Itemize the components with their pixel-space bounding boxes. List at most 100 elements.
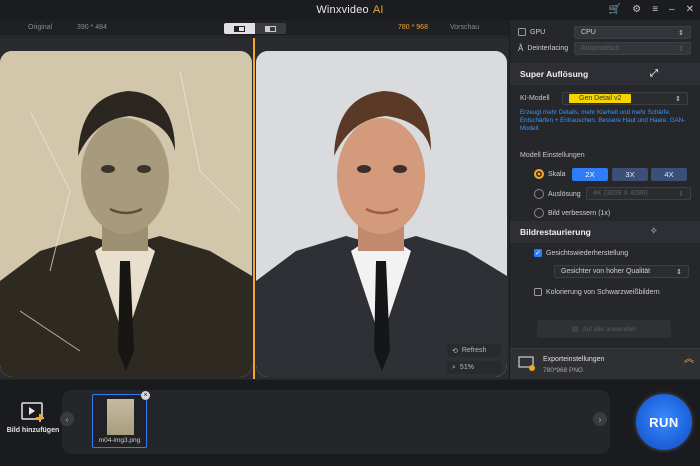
updown-icon: ⇕: [678, 29, 684, 37]
enhanced-portrait: [256, 51, 507, 377]
enhance-row[interactable]: Bild verbessern (1x): [534, 208, 610, 218]
add-image-label: Bild hinzufügen: [6, 427, 60, 434]
original-photo: [0, 51, 252, 377]
split-view-button[interactable]: [224, 23, 255, 34]
resolution-select[interactable]: 4K (3008 X 4096) ⇕: [586, 187, 691, 200]
face-mode-value: Gesichter von hoher Qualität: [561, 268, 651, 275]
preview-area: ⟲ Refresh ⌕ 51%: [0, 38, 509, 379]
preview-label: Vorschau: [450, 24, 480, 31]
gpu-select[interactable]: CPU ⇕: [574, 26, 691, 39]
model-label: KI-Modell: [520, 95, 550, 102]
colorize-label: Kolorierung von Schwarzweißbildern: [546, 288, 660, 296]
scale-3x-button[interactable]: 3X: [612, 168, 648, 181]
app-title-text: Winxvideo: [316, 4, 369, 16]
cart-icon[interactable]: 🛒: [609, 5, 621, 15]
gear-icon[interactable]: ⚙: [632, 5, 641, 15]
deinterlacing-icon: Å: [518, 44, 524, 53]
resolution-radio[interactable]: [534, 189, 544, 199]
scroll-right-button[interactable]: ›: [593, 412, 607, 426]
face-restore-label: Gesichtswiederherstellung: [546, 249, 629, 257]
compare-bar: Original 390 * 484 780 * 968 Vorschau: [0, 20, 509, 37]
restore-icon: ✧: [649, 226, 658, 237]
app-title-suffix: AI: [372, 4, 384, 16]
apply-all-button[interactable]: ▤ Auf alle anwenden: [537, 320, 671, 338]
model-settings-label: Modell Einstellungen: [520, 152, 585, 159]
thumbnail-filename: m04-img3.png: [98, 437, 141, 444]
scale-2x-button[interactable]: 2X: [572, 168, 608, 181]
super-resolution-title: Super Auflösung: [520, 69, 589, 79]
menu-icon[interactable]: ≡: [652, 5, 658, 15]
compare-divider-handle[interactable]: [253, 38, 255, 379]
view-mode-toggle: [224, 23, 286, 34]
app-title: Winxvideo AI: [316, 4, 383, 16]
export-settings[interactable]: Exporteinstellungen 780*968 PNG ︽: [510, 348, 700, 379]
zoom-label: 51%: [459, 364, 474, 371]
refresh-icon: ⟲: [452, 347, 458, 355]
enhanced-photo: [256, 51, 507, 377]
apply-icon: ▤: [572, 326, 579, 333]
updown-icon: ⇕: [678, 190, 684, 198]
updown-icon: ⇕: [678, 45, 684, 53]
gpu-label: GPU: [530, 28, 546, 36]
scroll-left-button[interactable]: ‹: [60, 412, 74, 426]
window-controls: 🛒 ⚙ ≡ – ✕: [609, 0, 694, 20]
model-select[interactable]: Gen Detail v2 ⇕: [562, 92, 688, 105]
super-resolution-header: Super Auflösung ⤢: [510, 63, 700, 85]
close-icon[interactable]: ✕: [686, 5, 694, 15]
original-portrait: [0, 51, 252, 377]
export-subtitle: 780*968 PNG: [543, 367, 584, 374]
app-window: Winxvideo AI 🛒 ⚙ ≡ – ✕ Original 390 * 484…: [0, 0, 700, 466]
export-settings-icon: [518, 356, 535, 371]
resolution-label: Auslösung: [548, 190, 581, 198]
gpu-row: GPU: [518, 28, 545, 36]
gpu-select-value: CPU: [581, 29, 596, 36]
scale-radio[interactable]: [534, 169, 544, 179]
original-label: Original: [28, 24, 53, 31]
zoom-icon: ⌕: [452, 363, 456, 371]
output-dimensions: 780 * 968: [398, 24, 428, 31]
refresh-button[interactable]: ⟲ Refresh: [447, 344, 501, 357]
bottom-bar: Bild hinzufügen ‹ m04-img3.png × › RUN: [0, 380, 700, 466]
deinterlacing-select-value: Automatisch: [581, 45, 620, 52]
settings-panel: GPU CPU ⇕ Å Deinterlacing Automatisch ⇕ …: [509, 20, 700, 379]
resolution-row[interactable]: Auslösung: [534, 189, 581, 199]
deinterlacing-select[interactable]: Automatisch ⇕: [574, 42, 691, 55]
face-restore-checkbox[interactable]: ✓: [534, 249, 542, 257]
enhance-radio[interactable]: [534, 208, 544, 218]
deinterlacing-label: Deinterlacing: [527, 45, 569, 52]
colorize-row[interactable]: Kolorierung von Schwarzweißbildern: [534, 288, 660, 296]
scale-label: Skala: [548, 170, 566, 178]
zoom-control[interactable]: ⌕ 51%: [447, 361, 501, 374]
scale-4x-button[interactable]: 4X: [651, 168, 687, 181]
remove-image-icon[interactable]: ×: [141, 391, 150, 400]
apply-all-label: Auf alle anwenden: [582, 325, 636, 333]
restoration-header: Bildrestaurierung ✧: [510, 221, 700, 243]
upscale-icon: ⤢: [650, 68, 658, 79]
gpu-checkbox[interactable]: [518, 28, 526, 36]
image-strip: ‹ m04-img3.png × ›: [60, 390, 610, 454]
face-restore-row[interactable]: ✓ Gesichtswiederherstellung: [534, 249, 628, 257]
enhance-label: Bild verbessern (1x): [548, 209, 611, 217]
chevron-up-icon[interactable]: ︽: [684, 355, 694, 365]
image-thumbnail[interactable]: m04-img3.png ×: [92, 391, 150, 448]
add-image-button[interactable]: Bild hinzufügen: [6, 400, 60, 440]
export-title: Exporteinstellungen: [543, 356, 605, 363]
scale-row[interactable]: Skala: [534, 169, 566, 179]
face-mode-select[interactable]: Gesichter von hoher Qualität ⇕: [554, 265, 689, 278]
refresh-label: Refresh: [461, 347, 487, 354]
side-by-side-icon: [265, 25, 276, 32]
run-button[interactable]: RUN: [634, 392, 694, 452]
resolution-select-value: 4K (3008 X 4096): [593, 190, 648, 197]
title-bar: Winxvideo AI 🛒 ⚙ ≡ – ✕: [0, 0, 700, 20]
original-dimensions: 390 * 484: [77, 24, 107, 31]
minimize-icon[interactable]: –: [669, 5, 675, 15]
model-select-value: Gen Detail v2: [569, 94, 632, 103]
deinterlacing-row: Å Deinterlacing: [518, 44, 568, 53]
side-by-side-button[interactable]: [255, 23, 286, 34]
add-image-icon: [21, 402, 44, 422]
colorize-checkbox[interactable]: [534, 288, 542, 296]
restoration-title: Bildrestaurierung: [520, 227, 591, 237]
updown-icon: ⇕: [675, 95, 681, 103]
split-view-icon: [234, 25, 245, 32]
updown-icon: ⇕: [676, 268, 682, 276]
